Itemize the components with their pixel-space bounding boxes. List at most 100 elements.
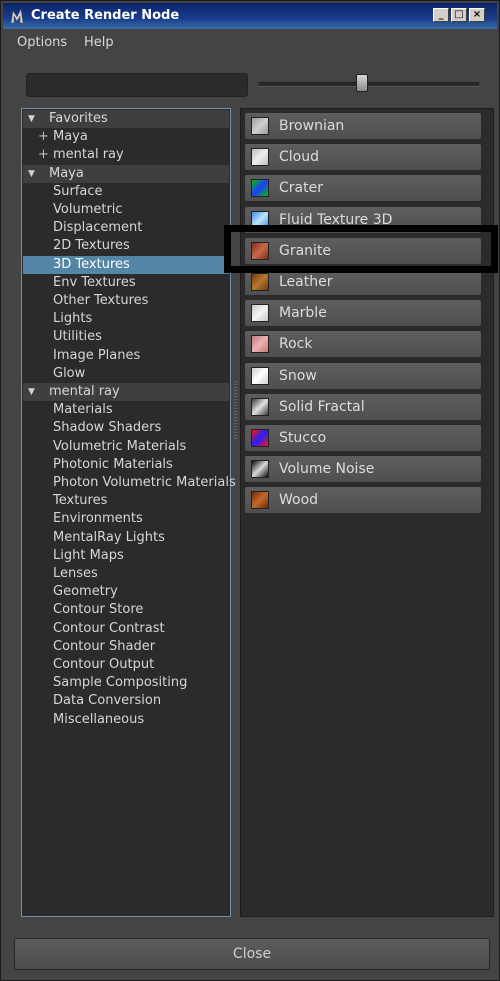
tree-item[interactable]: Environments	[23, 510, 229, 528]
collapse-arrow-icon[interactable]: ▼	[28, 383, 35, 401]
tree-item-label: Environments	[53, 511, 143, 527]
tree-item[interactable]: Volumetric	[23, 201, 229, 219]
node-button[interactable]: Stucco	[244, 424, 482, 452]
minimize-button[interactable]: _	[433, 8, 449, 22]
node-button-label: Volume Noise	[279, 461, 375, 478]
expand-plus-icon[interactable]: +	[38, 146, 49, 164]
node-button[interactable]: Leather	[244, 268, 482, 296]
node-button[interactable]: Cloud	[244, 143, 482, 172]
stucco-swatch-icon	[251, 429, 269, 447]
tree-item-label: Lenses	[53, 566, 98, 581]
tree-item-label: 3D Textures	[53, 256, 130, 272]
tree-item-label: Contour Store	[53, 602, 144, 618]
tree-item[interactable]: Photon Volumetric Materials	[23, 474, 236, 492]
tree-item[interactable]: + mental ray	[23, 146, 229, 164]
tree-item-label: Textures	[53, 493, 108, 509]
create-render-node-window: Create Render Node _ □ × Options Help ▼ F…	[0, 0, 500, 981]
solid-fractal-swatch-icon	[251, 397, 269, 416]
tree-item-label: Sample Compositing	[53, 675, 188, 691]
collapse-arrow-icon[interactable]: ▼	[28, 165, 35, 183]
tree-item-label: Utilities	[53, 329, 102, 345]
tree-item-label: Photonic Materials	[53, 456, 173, 472]
granite-swatch-icon	[251, 241, 269, 260]
category-tree[interactable]: ▼ Favorites + Maya + mental ray ▼ Maya Surface Vo…	[21, 108, 236, 917]
tree-group-header[interactable]: ▼ Maya	[23, 164, 229, 183]
tree-item[interactable]: Geometry	[23, 583, 229, 601]
node-button[interactable]: Wood	[244, 486, 482, 515]
node-button[interactable]: Rock	[244, 330, 482, 359]
marble-swatch-icon	[251, 304, 269, 323]
tree-item[interactable]: Miscellaneous	[23, 711, 229, 729]
tree-item[interactable]: Light Maps	[23, 547, 229, 565]
tree-item[interactable]: Sample Compositing	[23, 674, 229, 692]
snow-swatch-icon	[251, 366, 269, 385]
tree-item[interactable]: Contour Contrast	[23, 620, 229, 638]
node-button-label: Wood	[279, 492, 319, 509]
rock-swatch-icon	[251, 335, 269, 354]
menu-options[interactable]: Options	[17, 35, 67, 50]
tree-item[interactable]: Other Textures	[23, 292, 229, 310]
pane-splitter[interactable]	[234, 381, 237, 441]
tree-item[interactable]: Contour Output	[23, 656, 229, 674]
tree-item[interactable]: Volumetric Materials	[23, 438, 229, 456]
tree-item-label: Data Conversion	[53, 693, 162, 709]
tree-item-label: Miscellaneous	[53, 711, 145, 727]
tree-item-label: Maya	[49, 165, 84, 181]
tree-item-label: Contour Output	[53, 657, 155, 672]
fluid-texture-3d-swatch-icon	[251, 210, 269, 229]
tree-item[interactable]: + Maya	[23, 128, 229, 146]
tree-item[interactable]: Surface	[23, 183, 229, 201]
node-button[interactable]: Marble	[244, 299, 482, 328]
tree-item-label: mental ray	[53, 147, 124, 163]
node-button[interactable]: Brownian	[244, 112, 482, 140]
tree-item[interactable]: Contour Store	[23, 601, 229, 619]
wood-swatch-icon	[251, 491, 269, 510]
tree-item[interactable]: 2D Textures	[23, 237, 229, 255]
tree-item-label: Surface	[53, 183, 103, 199]
tree-item[interactable]: Lights	[23, 310, 229, 328]
tree-item[interactable]: Image Planes	[23, 347, 229, 365]
icon-size-slider[interactable]	[259, 82, 479, 87]
node-button[interactable]: Granite	[244, 236, 482, 265]
node-button[interactable]: Volume Noise	[244, 455, 482, 484]
tree-item-label: mental ray	[49, 384, 120, 399]
tree-item[interactable]: MentalRay Lights	[23, 529, 229, 547]
collapse-arrow-icon[interactable]: ▼	[28, 110, 35, 128]
maya-app-icon	[10, 8, 24, 24]
tree-item[interactable]: Materials	[23, 401, 229, 419]
tree-item-label: MentalRay Lights	[53, 529, 165, 545]
tree-item-label: Light Maps	[53, 547, 124, 563]
node-button-label: Fluid Texture 3D	[279, 211, 393, 228]
tree-item[interactable]: Shadow Shaders	[23, 419, 229, 437]
node-button-label: Leather	[279, 274, 333, 290]
title-bar[interactable]: Create Render Node _ □ ×	[3, 3, 497, 29]
expand-plus-icon[interactable]: +	[38, 128, 49, 146]
tree-item[interactable]: Utilities	[23, 328, 229, 346]
tree-item-label: Displacement	[53, 220, 143, 236]
close-button[interactable]: Close	[14, 938, 490, 970]
tree-item[interactable]: Data Conversion	[23, 692, 229, 710]
icon-size-slider-handle[interactable]	[356, 74, 369, 92]
tree-item[interactable]: Displacement	[23, 219, 229, 237]
tree-item[interactable]: Contour Shader	[23, 638, 229, 656]
tree-item[interactable]: Textures	[23, 492, 229, 510]
close-window-button[interactable]: ×	[469, 8, 485, 22]
tree-group-header[interactable]: ▼ mental ray	[23, 383, 229, 401]
tree-item[interactable]: Glow	[23, 365, 229, 383]
search-input[interactable]	[26, 73, 248, 97]
leather-swatch-icon	[251, 273, 269, 291]
node-button[interactable]: Fluid Texture 3D	[244, 205, 482, 234]
menu-help[interactable]: Help	[84, 35, 114, 50]
node-button[interactable]: Snow	[244, 361, 482, 390]
tree-item[interactable]: Env Textures	[23, 274, 229, 292]
node-button-label: Snow	[279, 367, 317, 384]
tree-item-label: Lights	[53, 311, 93, 327]
node-button[interactable]: Crater	[244, 174, 482, 203]
tree-item-label: Materials	[53, 402, 113, 418]
tree-group-header[interactable]: ▼ Favorites	[23, 110, 229, 128]
node-button[interactable]: Solid Fractal	[244, 392, 482, 421]
tree-item[interactable]: Photonic Materials	[23, 456, 229, 474]
maximize-button[interactable]: □	[451, 8, 467, 22]
tree-item[interactable]: 3D Textures	[23, 255, 229, 274]
tree-item[interactable]: Lenses	[23, 565, 229, 583]
